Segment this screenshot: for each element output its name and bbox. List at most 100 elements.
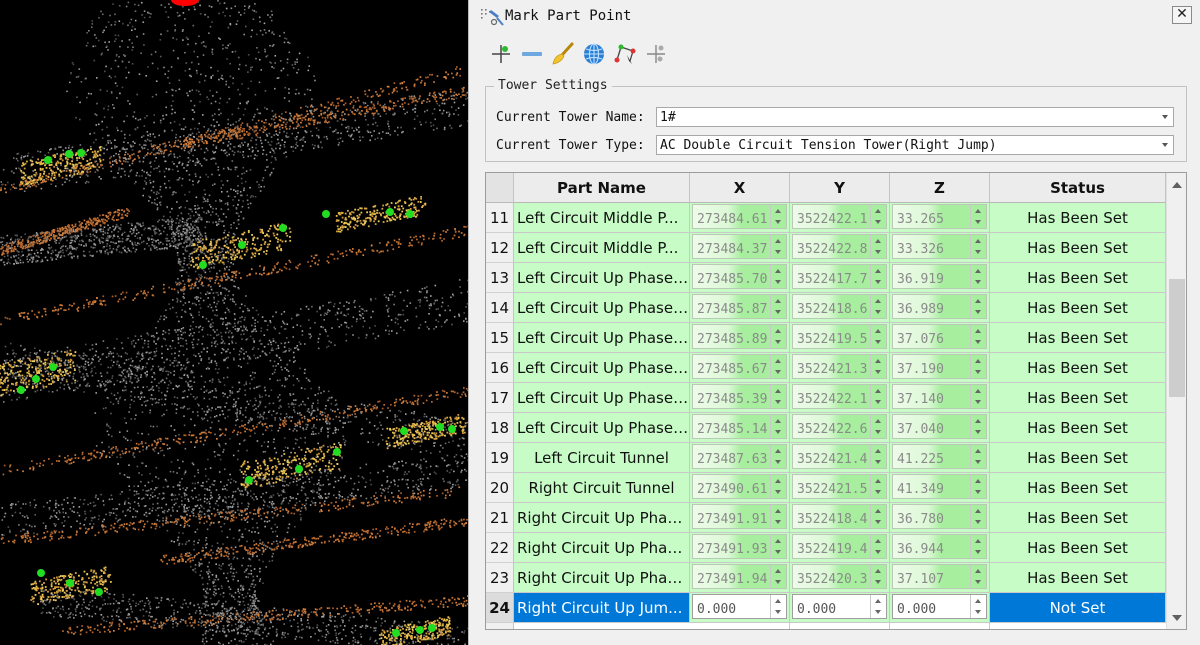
spin-up-icon[interactable]	[975, 599, 981, 603]
x-spinbox[interactable]: 273485.70	[690, 263, 790, 293]
marked-point[interactable]	[49, 363, 57, 371]
y-spinbox[interactable]: 0.000	[790, 593, 890, 623]
x-spinbox[interactable]: 273487.63	[690, 443, 790, 473]
spin-up-icon[interactable]	[875, 509, 881, 513]
marked-point[interactable]	[32, 375, 40, 383]
spinbox-buttons[interactable]	[870, 415, 886, 438]
z-spinbox[interactable]: 41.349	[890, 473, 990, 503]
table-row[interactable]: 16 Left Circuit Up Phase ... 273485.67 3…	[486, 353, 1166, 383]
spinbox-buttons[interactable]	[970, 475, 986, 498]
part-name-cell[interactable]: Left Circuit Tunnel	[514, 443, 690, 473]
status-cell[interactable]: Has Been Set	[990, 443, 1166, 473]
header-status[interactable]: Status	[990, 173, 1166, 203]
status-cell[interactable]: Has Been Set	[990, 203, 1166, 233]
part-name-cell[interactable]: Right Circuit Tunnel	[514, 473, 690, 503]
x-spinbox[interactable]: 273485.87	[690, 293, 790, 323]
table-row[interactable]: 23 Right Circuit Up Phas... 273491.94 35…	[486, 563, 1166, 593]
spin-down-icon[interactable]	[875, 400, 881, 404]
part-name-cell[interactable]: Left Circuit Middle P...	[514, 233, 690, 263]
spinbox-buttons[interactable]	[770, 355, 786, 378]
spinbox-buttons[interactable]	[970, 595, 986, 618]
y-spinbox[interactable]: 3522418.6	[790, 293, 890, 323]
scroll-up-icon[interactable]	[1172, 182, 1182, 188]
spin-down-icon[interactable]	[875, 550, 881, 554]
header-corner[interactable]	[486, 173, 514, 203]
spin-down-icon[interactable]	[975, 280, 981, 284]
spin-up-icon[interactable]	[775, 329, 781, 333]
spinbox-buttons[interactable]	[970, 565, 986, 588]
spinbox-buttons[interactable]	[770, 205, 786, 228]
close-button[interactable]: ✕	[1172, 6, 1192, 24]
z-spinbox[interactable]: 37.140	[890, 383, 990, 413]
y-spinbox[interactable]: 3522418.4	[790, 503, 890, 533]
spin-up-icon[interactable]	[775, 419, 781, 423]
z-spinbox[interactable]: 37.040	[890, 413, 990, 443]
z-spinbox[interactable]: 36.989	[890, 293, 990, 323]
spin-down-icon[interactable]	[875, 310, 881, 314]
spin-up-icon[interactable]	[775, 539, 781, 543]
row-number[interactable]: 12	[486, 233, 514, 263]
x-spinbox[interactable]: 273490.61	[690, 473, 790, 503]
part-name-cell[interactable]: Left Circuit Up Phase ...	[514, 413, 690, 443]
spin-down-icon[interactable]	[975, 400, 981, 404]
x-spinbox[interactable]: 273484.61	[690, 203, 790, 233]
spinbox-buttons[interactable]	[970, 295, 986, 318]
spin-up-icon[interactable]	[775, 209, 781, 213]
row-number[interactable]: 11	[486, 203, 514, 233]
spin-down-icon[interactable]	[775, 310, 781, 314]
z-spinbox[interactable]: 33.326	[890, 233, 990, 263]
y-spinbox[interactable]: 3522422.1	[790, 203, 890, 233]
y-spinbox[interactable]: 3522420.3	[790, 563, 890, 593]
x-spinbox[interactable]: 273485.89	[690, 323, 790, 353]
spin-up-icon[interactable]	[975, 359, 981, 363]
spin-down-icon[interactable]	[875, 220, 881, 224]
status-cell[interactable]: Has Been Set	[990, 563, 1166, 593]
spin-down-icon[interactable]	[975, 520, 981, 524]
marked-point[interactable]	[428, 624, 436, 632]
table-row[interactable]: 14 Left Circuit Up Phase ... 273485.87 3…	[486, 293, 1166, 323]
move-points-icon[interactable]	[642, 40, 669, 68]
y-spinbox[interactable]: 3522422.6	[790, 413, 890, 443]
z-spinbox[interactable]: 36.780	[890, 503, 990, 533]
table-row[interactable]: 20 Right Circuit Tunnel 273490.61 352242…	[486, 473, 1166, 503]
scroll-down-icon[interactable]	[1172, 615, 1182, 621]
table-row[interactable]: 12 Left Circuit Middle P... 273484.37 35…	[486, 233, 1166, 263]
status-cell[interactable]: Has Been Set	[990, 263, 1166, 293]
spin-up-icon[interactable]	[775, 479, 781, 483]
spin-up-icon[interactable]	[775, 569, 781, 573]
marked-point[interactable]	[295, 465, 303, 473]
header-x[interactable]: X	[690, 173, 790, 203]
spin-up-icon[interactable]	[975, 239, 981, 243]
spin-down-icon[interactable]	[975, 340, 981, 344]
z-spinbox[interactable]: 0.000	[890, 593, 990, 623]
spin-up-icon[interactable]	[975, 299, 981, 303]
x-spinbox[interactable]: 273491.94	[690, 563, 790, 593]
spin-up-icon[interactable]	[975, 569, 981, 573]
spinbox-buttons[interactable]	[970, 325, 986, 348]
spin-down-icon[interactable]	[975, 370, 981, 374]
spinbox-buttons[interactable]	[970, 355, 986, 378]
z-spinbox[interactable]: 33.265	[890, 203, 990, 233]
spin-down-icon[interactable]	[975, 580, 981, 584]
spinbox-buttons[interactable]	[770, 505, 786, 528]
spinbox-buttons[interactable]	[770, 535, 786, 558]
spin-down-icon[interactable]	[775, 370, 781, 374]
spin-down-icon[interactable]	[875, 580, 881, 584]
marked-point[interactable]	[322, 210, 330, 218]
spinbox-buttons[interactable]	[870, 355, 886, 378]
scroll-thumb[interactable]	[1169, 279, 1185, 397]
table-row[interactable]: 15 Left Circuit Up Phase ... 273485.89 3…	[486, 323, 1166, 353]
x-spinbox[interactable]: 273491.91	[690, 503, 790, 533]
spin-up-icon[interactable]	[975, 269, 981, 273]
y-spinbox[interactable]: 3522421.3	[790, 353, 890, 383]
status-cell[interactable]: Has Been Set	[990, 233, 1166, 263]
spin-down-icon[interactable]	[875, 490, 881, 494]
spin-down-icon[interactable]	[775, 400, 781, 404]
marked-point[interactable]	[245, 476, 253, 484]
spin-up-icon[interactable]	[975, 419, 981, 423]
table-row[interactable]: 18 Left Circuit Up Phase ... 273485.14 3…	[486, 413, 1166, 443]
marked-point[interactable]	[448, 425, 456, 433]
spinbox-buttons[interactable]	[870, 385, 886, 408]
header-z[interactable]: Z	[890, 173, 990, 203]
spinbox-buttons[interactable]	[970, 535, 986, 558]
